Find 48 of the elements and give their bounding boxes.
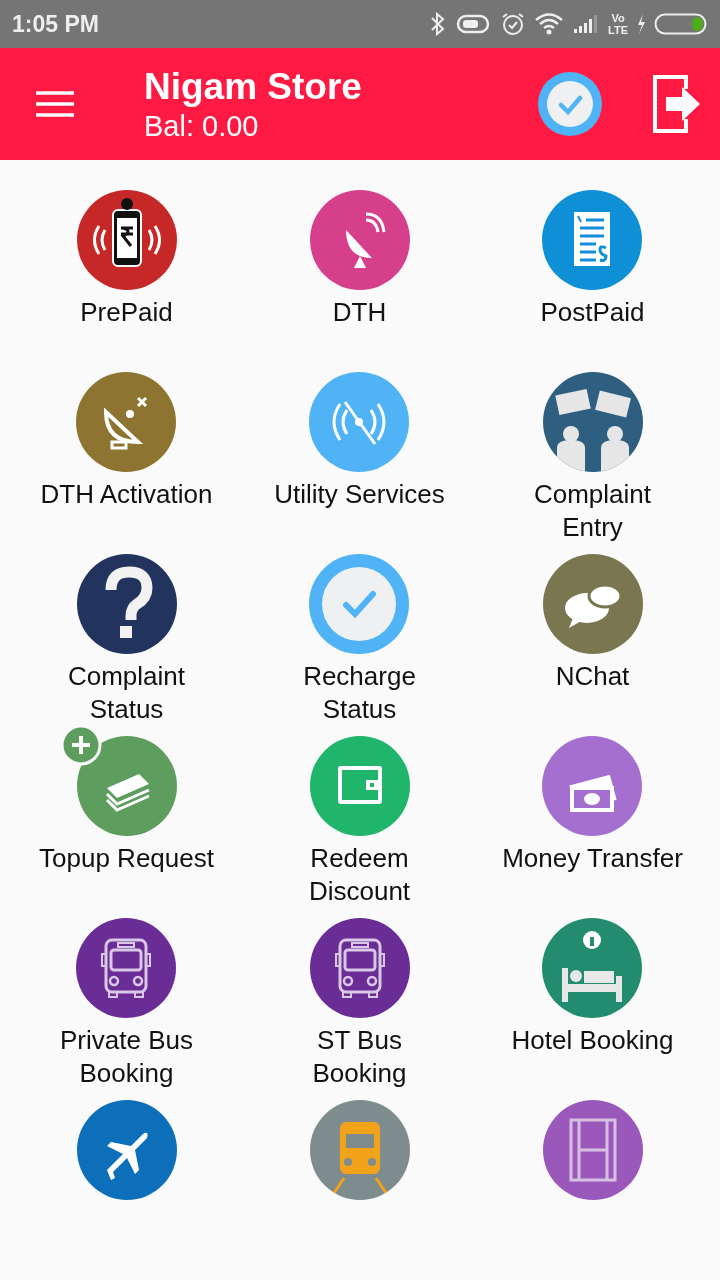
- airplane-icon: [76, 1100, 177, 1200]
- service-tile[interactable]: PrePaid: [76, 190, 177, 372]
- store-name: Nigam Store: [144, 65, 363, 108]
- no-signal-icon: [309, 372, 410, 472]
- chat-bubbles-icon: [542, 554, 643, 654]
- service-tile[interactable]: Complaint Entry: [533, 372, 652, 554]
- service-tile[interactable]: DTH Activation: [40, 372, 213, 554]
- logout-icon: [652, 73, 702, 135]
- service-tile[interactable]: NChat: [542, 554, 643, 736]
- check-icon: [309, 554, 410, 654]
- service-tile[interactable]: Utility Services: [274, 372, 445, 554]
- bed-icon: [542, 918, 643, 1018]
- menu-button[interactable]: [36, 90, 74, 118]
- protest-signs-icon: [542, 372, 643, 472]
- film-icon: [542, 1100, 643, 1200]
- service-tile[interactable]: PostPaid: [540, 190, 645, 372]
- banknotes-icon: [542, 736, 643, 836]
- lte-label: LTE: [608, 24, 628, 36]
- satellite-dish-icon: [76, 372, 177, 472]
- bill-icon: [542, 190, 643, 290]
- service-tile[interactable]: Private Bus Booking: [60, 918, 193, 1100]
- plus-badge-icon: [60, 724, 102, 766]
- service-tile[interactable]: DTH: [309, 190, 410, 372]
- service-tile[interactable]: Money Transfer: [502, 736, 683, 918]
- logout-button[interactable]: [652, 73, 702, 135]
- satellite-dish-icon: [309, 190, 410, 290]
- menu-icon: [36, 90, 74, 118]
- volte-label: Vo: [611, 12, 625, 24]
- service-tile[interactable]: Recharge Status: [303, 554, 416, 736]
- service-tile[interactable]: Redeem Discount: [308, 736, 411, 918]
- charging-icon: [636, 13, 646, 35]
- battery-icon: [654, 12, 708, 36]
- service-tile[interactable]: ST Bus Booking: [309, 918, 410, 1100]
- check-icon: [538, 72, 602, 136]
- status-time: 1:05 PM: [12, 10, 99, 38]
- balance-text: Bal: 0.00: [144, 109, 260, 143]
- status-button[interactable]: [538, 72, 602, 136]
- train-icon: [309, 1100, 410, 1200]
- service-tile[interactable]: Hotel Booking: [511, 918, 674, 1100]
- question-mark-icon: [76, 554, 177, 654]
- bus-icon: [76, 918, 177, 1018]
- bus-icon: [309, 918, 410, 1018]
- service-tile[interactable]: Complaint Status: [67, 554, 186, 736]
- rupee-phone-icon: [76, 190, 177, 290]
- wallet-icon: [309, 736, 410, 836]
- banknotes-icon: [76, 736, 177, 836]
- service-tile[interactable]: Topup Request: [39, 736, 214, 918]
- wifi-icon: [534, 12, 565, 36]
